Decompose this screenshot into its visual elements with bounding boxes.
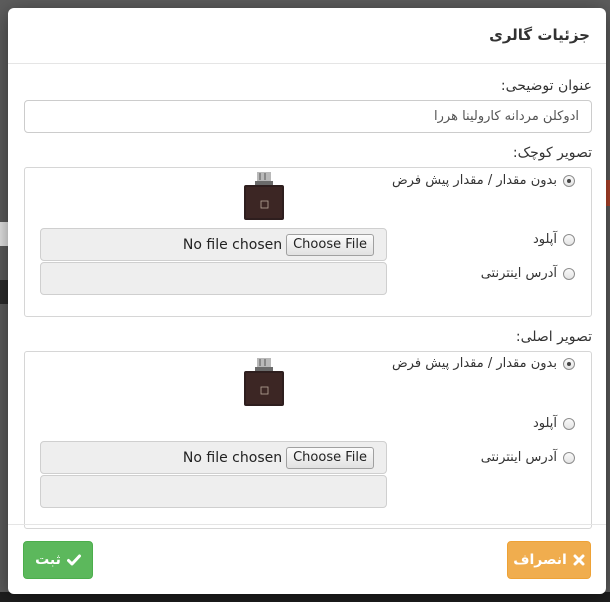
thumbnail-file-input[interactable]: No file chosen Choose File [40,228,387,261]
modal-title: جزئیات گالری [489,26,590,44]
file-status-text: No file chosen [182,449,283,466]
perfume-bottle-thumbnail [244,172,284,220]
submit-label: ثبت [35,552,61,568]
file-status-text: No file chosen [182,236,283,253]
close-icon [573,554,585,566]
submit-button[interactable]: ثبت [23,541,93,579]
main-option-upload[interactable]: آپلود [533,416,575,431]
perfume-bottle-thumbnail [244,358,284,406]
background-page-fragment [0,280,8,304]
option-label: آپلود [532,416,557,431]
main-image-label: تصویر اصلی: [515,329,592,345]
modal-footer: انصراف ثبت [8,524,606,594]
cancel-button[interactable]: انصراف [507,541,591,579]
radio-icon[interactable] [563,233,575,246]
option-label: آپلود [532,232,557,247]
main-url-input[interactable] [40,475,387,508]
check-icon [66,554,81,566]
thumbnail-option-upload[interactable]: آپلود [533,232,575,247]
option-label: آدرس اینترنتی [480,450,557,465]
radio-icon[interactable] [563,417,575,430]
option-label: بدون مقدار / مقدار پیش فرض [391,173,557,188]
cancel-label: انصراف [513,552,567,568]
thumbnail-image-box: بدون مقدار / مقدار پیش فرض آپلود آدرس ای… [24,167,592,317]
option-label: بدون مقدار / مقدار پیش فرض [391,356,557,371]
description-input[interactable] [24,100,592,133]
modal-body: عنوان توضیحی: تصویر کوچک: بدون مقدار / م… [8,64,606,529]
thumbnail-option-default[interactable]: بدون مقدار / مقدار پیش فرض [392,173,575,188]
radio-icon[interactable] [563,451,575,464]
option-label: آدرس اینترنتی [480,266,557,281]
thumbnail-option-url[interactable]: آدرس اینترنتی [481,266,575,281]
description-label: عنوان توضیحی: [500,78,592,94]
radio-icon[interactable] [563,357,575,370]
radio-icon[interactable] [563,267,575,280]
gallery-details-modal: جزئیات گالری عنوان توضیحی: تصویر کوچک: ب… [8,8,606,594]
background-page-fragment [0,222,8,246]
thumbnail-url-input[interactable] [40,262,387,295]
radio-icon[interactable] [563,174,575,187]
main-option-url[interactable]: آدرس اینترنتی [481,450,575,465]
modal-header: جزئیات گالری [8,8,606,64]
choose-file-button[interactable]: Choose File [286,446,374,469]
main-image-box: بدون مقدار / مقدار پیش فرض آپلود آدرس ای… [24,351,592,529]
main-option-default[interactable]: بدون مقدار / مقدار پیش فرض [392,356,575,371]
choose-file-button[interactable]: Choose File [286,233,374,256]
main-file-input[interactable]: No file chosen Choose File [40,441,387,474]
thumbnail-image-label: تصویر کوچک: [512,145,592,161]
